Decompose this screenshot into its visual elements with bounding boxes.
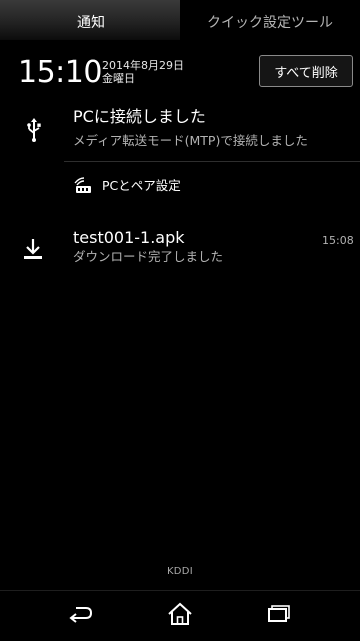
notification-action-divider [64, 161, 360, 162]
back-icon [68, 605, 94, 627]
carrier-label: KDDI [166, 566, 194, 577]
date-text: 2014年8月29日 [102, 59, 184, 72]
notification-title[interactable]: PCに接続しました [73, 107, 206, 127]
date-block: 2014年8月29日 金曜日 [102, 59, 184, 85]
clock: 15:10 [18, 55, 102, 90]
home-icon [166, 602, 194, 630]
pc-pairing-icon [73, 176, 95, 194]
notification-tab-bar: 通知 クイック設定ツール [0, 0, 360, 50]
navigation-bar [0, 590, 360, 641]
pc-pairing-action[interactable]: PCとペア設定 [102, 178, 181, 194]
download-complete-icon [20, 236, 46, 262]
notification-title[interactable]: test001-1.apk [73, 228, 185, 248]
notification-time: 15:08 [322, 234, 354, 247]
notification-subtitle: ダウンロード完了しました [73, 249, 224, 264]
weekday-text: 金曜日 [102, 72, 135, 85]
home-button[interactable] [150, 591, 210, 641]
tab-quick-settings[interactable]: クイック設定ツール [207, 14, 333, 32]
clear-all-button[interactable]: すべて削除 [259, 55, 353, 87]
back-button[interactable] [51, 591, 111, 641]
notification-subtitle: メディア転送モード(MTP)で接続しました [73, 133, 308, 148]
recent-apps-icon [266, 604, 292, 628]
recent-apps-button[interactable] [249, 591, 309, 641]
tab-notifications[interactable]: 通知 [77, 14, 105, 32]
usb-icon [20, 116, 48, 144]
